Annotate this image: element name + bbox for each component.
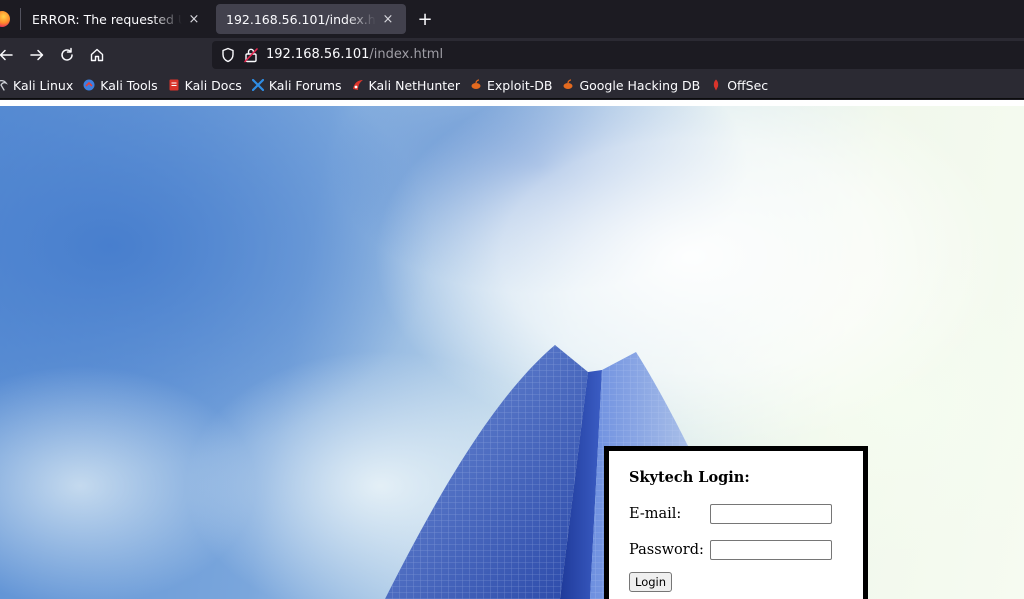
nethunter-icon xyxy=(352,80,363,90)
bookmark-kali-tools[interactable]: Kali Tools xyxy=(79,74,162,96)
insecure-lock-icon[interactable] xyxy=(243,47,259,63)
tab-error[interactable]: ERROR: The requested URL could not be re… xyxy=(22,4,212,34)
url-path: /index.html xyxy=(369,47,444,62)
firefox-logo-icon[interactable] xyxy=(0,11,10,27)
bookmark-google-hacking-db[interactable]: Google Hacking DB xyxy=(558,74,705,96)
email-input[interactable] xyxy=(710,504,832,524)
url-text[interactable]: 192.168.56.101/index.html xyxy=(266,47,443,62)
reload-button[interactable] xyxy=(55,43,79,67)
login-title: Skytech Login: xyxy=(629,469,750,486)
tab-title: ERROR: The requested URL could not be re… xyxy=(32,11,182,27)
bookmark-kali-forums[interactable]: Kali Forums xyxy=(248,74,347,96)
reload-icon xyxy=(61,47,73,61)
tab-index[interactable]: 192.168.56.101/index.html × xyxy=(216,4,406,34)
url-host: 192.168.56.101 xyxy=(266,47,370,62)
ghdb-icon xyxy=(563,79,573,89)
shield-icon[interactable] xyxy=(220,47,236,63)
url-bar[interactable]: 192.168.56.101/index.html xyxy=(212,41,1024,69)
page-viewport: Skytech Login: E-mail: Password: Login xyxy=(0,100,1024,599)
bookmark-label: Kali Forums xyxy=(268,77,342,93)
bookmark-label: Exploit-DB xyxy=(487,77,553,93)
home-button[interactable] xyxy=(85,43,109,67)
bookmark-label: OffSec xyxy=(727,77,769,93)
email-label: E-mail: xyxy=(629,506,682,522)
tab-title: 192.168.56.101/index.html xyxy=(226,11,376,27)
kali-dragon-icon xyxy=(0,79,8,91)
kali-tools-icon xyxy=(83,79,95,91)
navigation-toolbar: 192.168.56.101/index.html xyxy=(0,38,1024,72)
back-arrow-icon xyxy=(0,49,13,61)
bookmark-kali-docs[interactable]: Kali Docs xyxy=(164,74,247,96)
password-label: Password: xyxy=(629,542,704,558)
kali-docs-icon xyxy=(169,79,179,91)
bookmark-label: Kali Tools xyxy=(100,77,158,93)
bookmark-kali-linux[interactable]: Kali Linux xyxy=(0,74,78,96)
tab-strip: ERROR: The requested URL could not be re… xyxy=(0,0,1024,38)
bookmarks-toolbar: Kali Linux Kali Tools Kali Docs Kali For… xyxy=(0,72,1024,99)
home-icon xyxy=(90,48,104,62)
bookmark-label: Kali Docs xyxy=(184,77,242,93)
skyscraper-background-image xyxy=(385,345,690,599)
login-button[interactable]: Login xyxy=(629,572,673,592)
login-form: Skytech Login: E-mail: Password: Login xyxy=(604,446,868,599)
close-icon[interactable]: × xyxy=(380,11,396,27)
bookmark-offsec[interactable]: OffSec xyxy=(706,74,773,96)
back-button[interactable] xyxy=(0,43,18,67)
new-tab-button[interactable]: + xyxy=(414,9,436,31)
kali-forums-icon xyxy=(251,79,264,91)
bookmark-kali-nethunter[interactable]: Kali NetHunter xyxy=(348,74,465,96)
bookmark-label: Google Hacking DB xyxy=(579,77,701,93)
forward-button[interactable] xyxy=(25,43,49,67)
bookmark-exploit-db[interactable]: Exploit-DB xyxy=(466,74,557,96)
close-icon[interactable]: × xyxy=(186,11,202,27)
offsec-icon xyxy=(714,79,719,91)
tab-separator xyxy=(20,8,21,30)
bookmark-label: Kali Linux xyxy=(13,77,74,93)
bookmark-label: Kali NetHunter xyxy=(368,77,461,93)
forward-arrow-icon xyxy=(30,49,44,61)
password-input[interactable] xyxy=(710,540,832,560)
exploit-db-icon xyxy=(471,79,481,89)
